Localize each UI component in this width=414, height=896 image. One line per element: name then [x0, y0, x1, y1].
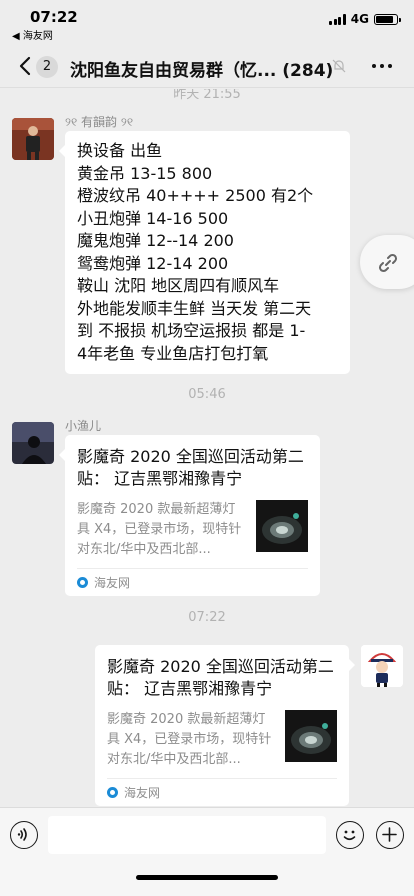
input-bar	[0, 807, 414, 896]
timestamp: 07:22	[188, 610, 226, 625]
message-line: 4年老鱼 专业鱼店打包打氧	[77, 343, 269, 363]
link-card-title: 影魔奇 2020 全国巡回活动第二贴： 辽吉黑鄂湘豫青宁	[107, 657, 334, 698]
link-card-title: 影魔奇 2020 全国巡回活动第二贴： 辽吉黑鄂湘豫青宁	[77, 447, 304, 488]
link-card-message[interactable]: 影魔奇 2020 全国巡回活动第二贴： 辽吉黑鄂湘豫青宁 影魔奇 2020 款最…	[95, 645, 355, 806]
timestamp: 05:46	[188, 387, 226, 402]
network-type: 4G	[350, 12, 369, 26]
message-line: 黄金吊 13-15 800	[77, 163, 213, 183]
link-icon	[378, 253, 398, 273]
nav-bar: 2 沈阳鱼友自由贸易群（忆... (284)	[0, 44, 414, 88]
floating-link-button[interactable]	[360, 235, 414, 289]
avatar[interactable]	[12, 422, 54, 464]
message-input[interactable]	[48, 816, 326, 854]
status-indicators: 4G	[329, 12, 401, 26]
avatar[interactable]	[12, 118, 54, 160]
message-line: 外地能发顺丰生鲜 当天发 第二天	[77, 298, 312, 318]
more-dots-icon[interactable]	[372, 64, 392, 68]
battery-icon	[374, 13, 401, 25]
signal-icon	[329, 13, 346, 25]
message-line: 魔鬼炮弹 12--14 200	[77, 231, 234, 250]
emoji-icon[interactable]	[336, 821, 364, 849]
bell-muted-icon	[332, 59, 346, 73]
chat-title[interactable]: 沈阳鱼友自由贸易群（忆... (284)	[70, 56, 333, 81]
message-line: 鞍山 沈阳 地区周四有顺风车	[77, 276, 280, 295]
link-card-thumbnail	[285, 710, 337, 762]
battery-level	[376, 15, 393, 23]
source-logo-icon	[77, 577, 88, 588]
status-time: 07:22	[30, 8, 78, 26]
status-bar: 07:22 ◀ 海友网 4G	[0, 0, 414, 44]
link-card-source: 海友网	[77, 568, 308, 596]
message-line: 换设备 出鱼	[77, 141, 163, 160]
source-name: 海友网	[94, 576, 131, 590]
sender-name: 小渔儿	[65, 419, 102, 433]
message-line: 鸳鸯炮弹 12-14 200	[77, 253, 229, 273]
message-line: 橙波纹吊 40++++ 2500 有2个	[77, 186, 314, 205]
message-line: 小丑炮弹 14-16 500	[77, 208, 229, 228]
link-card-source: 海友网	[107, 778, 337, 806]
sender-name: ୨୧ 有韻韵 ୨୧	[65, 115, 134, 129]
message-line: 到 不报损 机场空运报损 都是 1-	[77, 321, 306, 340]
avatar[interactable]	[361, 645, 403, 687]
source-name: 海友网	[124, 786, 161, 800]
back-to-app-link[interactable]: ◀ 海友网	[12, 27, 53, 42]
link-card-thumbnail	[256, 500, 308, 552]
home-indicator[interactable]	[136, 875, 278, 880]
unread-count-badge[interactable]: 2	[36, 56, 58, 78]
voice-icon[interactable]	[10, 821, 38, 849]
source-logo-icon	[107, 787, 118, 798]
link-card-message[interactable]: 影魔奇 2020 全国巡回活动第二贴： 辽吉黑鄂湘豫青宁 影魔奇 2020 款最…	[59, 435, 320, 596]
text-message-bubble[interactable]: 换设备 出鱼 黄金吊 13-15 800 橙波纹吊 40++++ 2500 有2…	[59, 131, 350, 374]
plus-icon[interactable]	[376, 821, 404, 849]
chat-message-list[interactable]: 昨天 21:55 ୨୧ 有韻韵 ୨୧ 换设备 出鱼 黄金吊 13-15 800 …	[0, 89, 414, 807]
link-card-description: 影魔奇 2020 款最新超薄灯具 X4，已登录市场，现特针对东北/华中及西北部.…	[77, 502, 242, 557]
chevron-left-icon[interactable]	[18, 56, 32, 76]
link-card-description: 影魔奇 2020 款最新超薄灯具 X4，已登录市场，现特针对东北/华中及西北部.…	[107, 712, 272, 767]
timestamp: 昨天 21:55	[173, 89, 241, 102]
